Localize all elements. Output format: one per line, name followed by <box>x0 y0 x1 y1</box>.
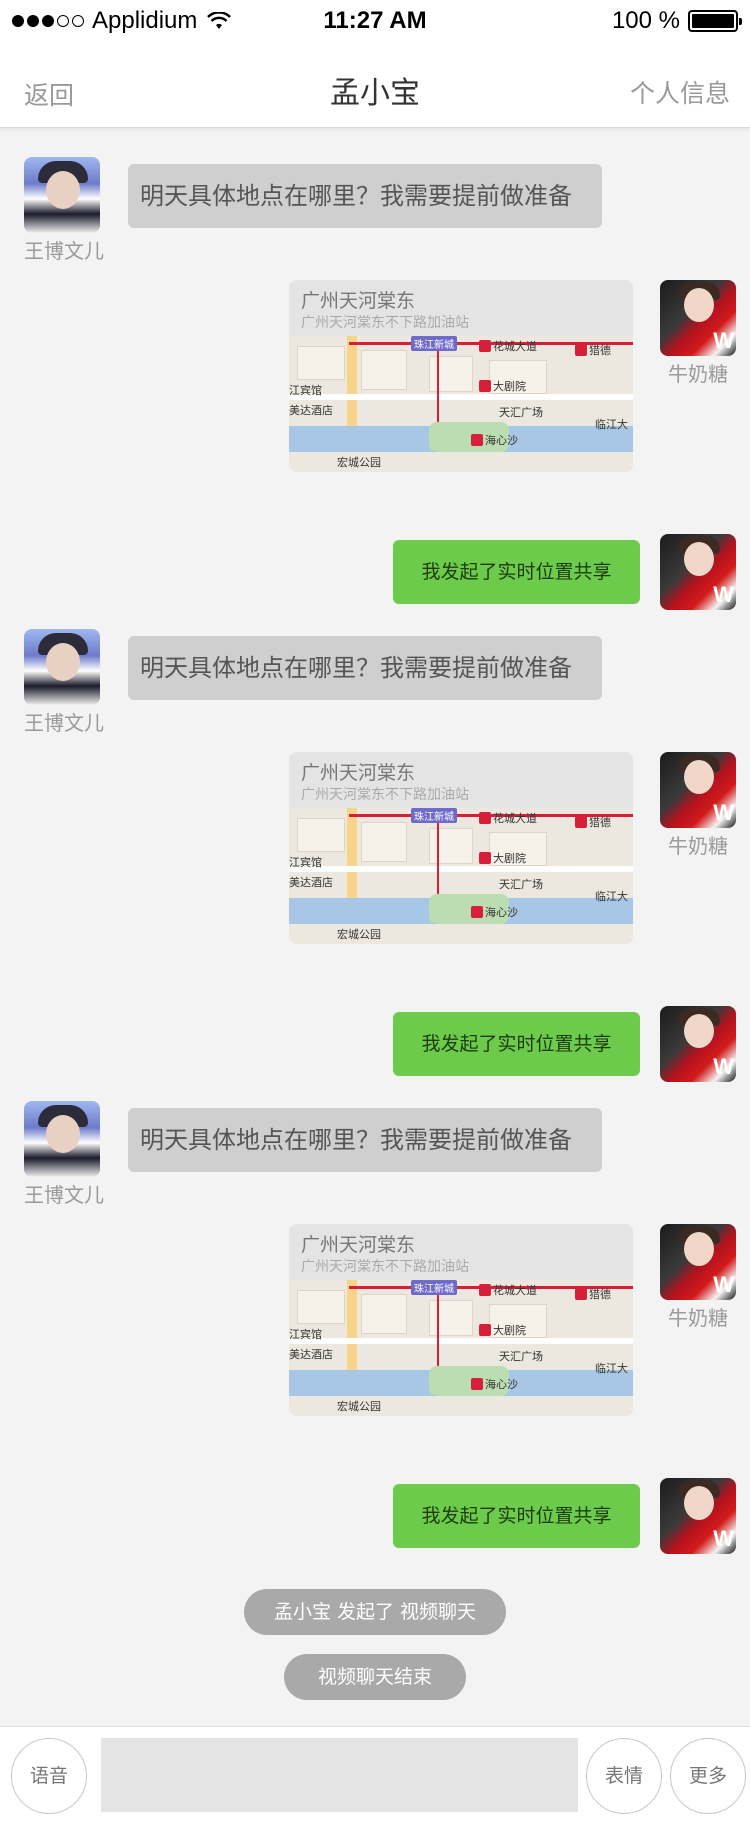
message-bubble-received[interactable]: 明天具体地点在哪里？我需要提前做准备 <box>128 636 602 700</box>
sender-name-left: 王博文儿 <box>24 711 104 735</box>
more-button[interactable]: 更多 <box>670 1738 746 1814</box>
map-label-park: 宏城公园 <box>337 928 381 941</box>
avatar-left[interactable] <box>24 157 100 233</box>
map-label-linjiang: 临江大 <box>595 1362 628 1375</box>
message-bubble-sent[interactable]: 我发起了实时位置共享 <box>393 540 640 604</box>
message-bubble-received[interactable]: 明天具体地点在哪里？我需要提前做准备 <box>128 164 602 228</box>
map-label-theatre: 大剧院 <box>493 1324 526 1337</box>
avatar-right[interactable]: W <box>660 752 736 828</box>
map-label-tianhui: 天汇广场 <box>499 406 543 419</box>
map-label-haixinsha: 海心沙 <box>485 434 518 447</box>
input-bar: 语音 表情 更多 <box>0 1726 750 1823</box>
map-label-jiangbin: 江宾馆 <box>289 1328 322 1341</box>
map-label-station: 珠江新城 <box>411 1280 457 1295</box>
map-label-linjiang: 临江大 <box>595 890 628 903</box>
battery-icon <box>688 10 742 32</box>
nav-bar: 返回 孟小宝 个人信息 <box>0 42 750 128</box>
location-header: 广州天河棠东 广州天河棠东不下路加油站 <box>289 752 633 808</box>
location-title: 广州天河棠东 <box>301 762 416 784</box>
profile-info-button[interactable]: 个人信息 <box>630 74 730 110</box>
map-label-park: 宏城公园 <box>337 456 381 469</box>
avatar-right[interactable]: W <box>660 1224 736 1300</box>
map-label-lie: 猎德 <box>589 344 611 357</box>
avatar-left[interactable] <box>24 629 100 705</box>
location-map: 珠江新城 花城大道 猎德 大剧院 天汇广场 江宾馆 美达酒店 海心沙 宏城公园 … <box>289 808 633 944</box>
location-header: 广州天河棠东 广州天河棠东不下路加油站 <box>289 1224 633 1280</box>
location-map: 珠江新城 花城大道 猎德 大剧院 天汇广场 江宾馆 美达酒店 海心沙 宏城公园 … <box>289 1280 633 1416</box>
location-map: 珠江新城 花城大道 猎德 大剧院 天汇广场 江宾馆 美达酒店 海心沙 宏城公园 … <box>289 336 633 472</box>
sender-name-right: 牛奶糖 <box>668 1306 728 1330</box>
status-right: 100 % <box>611 7 742 35</box>
message-bubble-sent[interactable]: 我发起了实时位置共享 <box>393 1012 640 1076</box>
location-header: 广州天河棠东 广州天河棠东不下路加油站 <box>289 280 633 336</box>
sender-name-right: 牛奶糖 <box>668 834 728 858</box>
map-label-hotel: 美达酒店 <box>289 1348 333 1361</box>
avatar-right[interactable]: W <box>660 1478 736 1554</box>
map-label-lie: 猎德 <box>589 816 611 829</box>
map-label-lie: 猎德 <box>589 1288 611 1301</box>
map-label-jiangbin: 江宾馆 <box>289 856 322 869</box>
system-notice-video-start: 孟小宝 发起了 视频聊天 <box>244 1589 506 1635</box>
map-label-park: 宏城公园 <box>337 1400 381 1413</box>
avatar-left[interactable] <box>24 1101 100 1177</box>
sender-name-left: 王博文儿 <box>24 239 104 263</box>
message-bubble-sent[interactable]: 我发起了实时位置共享 <box>393 1484 640 1548</box>
sender-name-left: 王博文儿 <box>24 1183 104 1207</box>
map-label-linjiang: 临江大 <box>595 418 628 431</box>
map-label-theatre: 大剧院 <box>493 380 526 393</box>
location-card[interactable]: 广州天河棠东 广州天河棠东不下路加油站 珠江新城 花城大道 猎德 大剧院 天汇广… <box>289 1224 633 1416</box>
voice-button[interactable]: 语音 <box>11 1738 87 1814</box>
map-label-haixinsha: 海心沙 <box>485 906 518 919</box>
map-label-road: 花城大道 <box>493 1284 537 1297</box>
map-label-station: 珠江新城 <box>411 336 457 351</box>
message-bubble-received[interactable]: 明天具体地点在哪里？我需要提前做准备 <box>128 1108 602 1172</box>
location-subtitle: 广州天河棠东不下路加油站 <box>301 787 469 803</box>
map-label-tianhui: 天汇广场 <box>499 878 543 891</box>
status-bar: Applidium 11:27 AM 100 % <box>0 0 750 42</box>
avatar-right[interactable]: W <box>660 534 736 610</box>
location-card[interactable]: 广州天河棠东 广州天河棠东不下路加油站 珠江新城 花城大道 猎德 大剧院 天汇广… <box>289 752 633 944</box>
location-title: 广州天河棠东 <box>301 1234 416 1256</box>
map-label-tianhui: 天汇广场 <box>499 1350 543 1363</box>
map-label-theatre: 大剧院 <box>493 852 526 865</box>
location-title: 广州天河棠东 <box>301 290 416 312</box>
map-label-road: 花城大道 <box>493 340 537 353</box>
map-label-hotel: 美达酒店 <box>289 876 333 889</box>
sender-name-right: 牛奶糖 <box>668 362 728 386</box>
avatar-right[interactable]: W <box>660 280 736 356</box>
map-label-jiangbin: 江宾馆 <box>289 384 322 397</box>
map-label-hotel: 美达酒店 <box>289 404 333 417</box>
avatar-right[interactable]: W <box>660 1006 736 1082</box>
map-label-station: 珠江新城 <box>411 808 457 823</box>
location-card[interactable]: 广州天河棠东 广州天河棠东不下路加油站 珠江新城 花城大道 猎德 大剧院 天汇广… <box>289 280 633 472</box>
location-subtitle: 广州天河棠东不下路加油站 <box>301 1259 469 1275</box>
emoji-button[interactable]: 表情 <box>586 1738 662 1814</box>
message-input[interactable] <box>101 1738 578 1812</box>
location-subtitle: 广州天河棠东不下路加油站 <box>301 315 469 331</box>
map-label-haixinsha: 海心沙 <box>485 1378 518 1391</box>
battery-label: 100 % <box>611 7 680 34</box>
system-notice-video-end: 视频聊天结束 <box>284 1654 466 1700</box>
map-label-road: 花城大道 <box>493 812 537 825</box>
